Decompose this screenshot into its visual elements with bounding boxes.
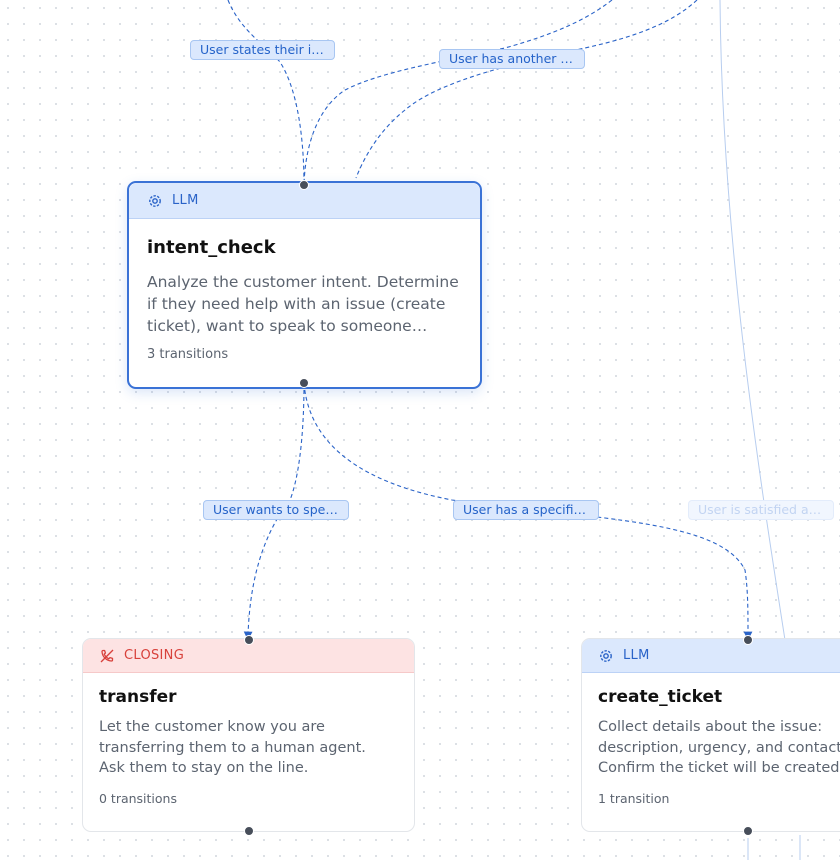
create-ticket-output-handle[interactable] bbox=[743, 826, 753, 836]
create-ticket-input-handle[interactable] bbox=[743, 635, 753, 645]
edge-states-intent[interactable] bbox=[227, 0, 305, 186]
node-title: create_ticket bbox=[598, 687, 723, 707]
edge-solid-1[interactable] bbox=[719, 0, 786, 641]
node-type-label: LLM bbox=[172, 193, 199, 208]
node-intent-check[interactable]: LLM intent_check Analyze the customer in… bbox=[127, 181, 482, 389]
transfer-input-handle[interactable] bbox=[244, 635, 254, 645]
node-title: transfer bbox=[99, 687, 177, 707]
flow-canvas[interactable]: User states their i… User has another … … bbox=[0, 0, 840, 860]
node-create-ticket[interactable]: LLM create_ticket Collect details about … bbox=[581, 638, 840, 832]
edge-label-specific-issue[interactable]: User has a specifi… bbox=[453, 500, 599, 520]
node-transition-count: 1 transition bbox=[598, 790, 670, 806]
transfer-output-handle[interactable] bbox=[244, 826, 254, 836]
node-type-header: LLM bbox=[582, 639, 840, 673]
edge-label-wants-speak[interactable]: User wants to spe… bbox=[203, 500, 349, 520]
node-type-label: CLOSING bbox=[124, 648, 185, 663]
node-type-label: LLM bbox=[623, 648, 650, 663]
llm-gear-icon bbox=[147, 193, 163, 209]
edge-another-issue-2[interactable] bbox=[355, 0, 698, 179]
intent-check-input-handle[interactable] bbox=[299, 180, 309, 190]
node-transfer[interactable]: CLOSING transfer Let the customer know y… bbox=[82, 638, 415, 832]
edge-another-issue[interactable] bbox=[303, 0, 613, 186]
node-description: Let the customer know you are transferri… bbox=[99, 719, 366, 776]
edge-label-states-intent[interactable]: User states their i… bbox=[190, 40, 335, 60]
intent-check-output-handle[interactable] bbox=[299, 378, 309, 388]
node-title: intent_check bbox=[147, 237, 276, 258]
llm-gear-icon bbox=[598, 648, 614, 664]
node-description: Collect details about the issue: descrip… bbox=[598, 719, 840, 776]
phone-hangup-icon bbox=[99, 648, 115, 664]
edge-label-another-issue[interactable]: User has another … bbox=[439, 49, 585, 69]
node-description: Analyze the customer intent. Determine i… bbox=[147, 273, 459, 335]
node-transition-count: 3 transitions bbox=[147, 347, 229, 362]
node-transition-count: 0 transitions bbox=[99, 790, 177, 806]
edge-label-satisfied[interactable]: User is satisfied a… bbox=[688, 500, 834, 520]
